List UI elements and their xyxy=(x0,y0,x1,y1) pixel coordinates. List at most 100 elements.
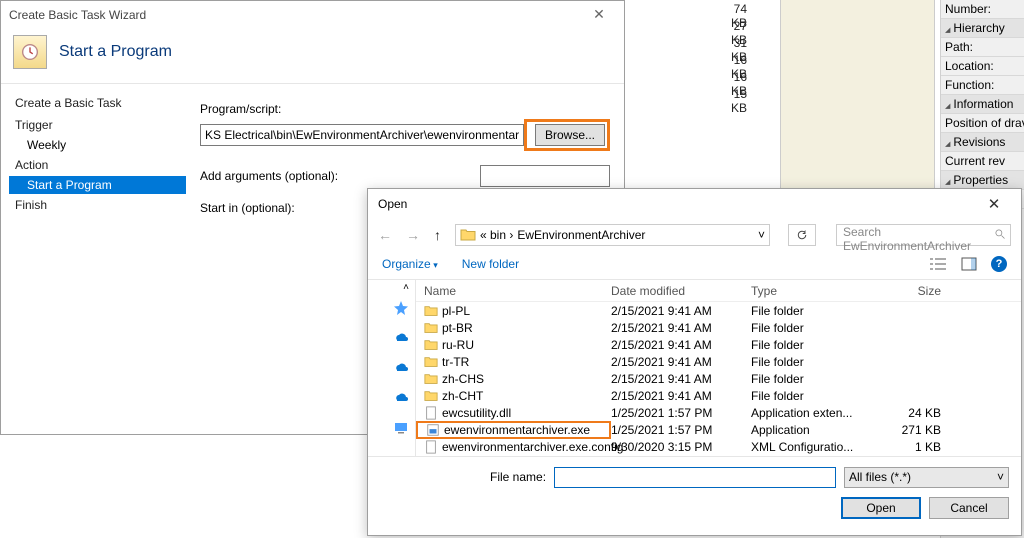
onedrive-icon[interactable] xyxy=(393,330,409,346)
file-name-text: zh-CHT xyxy=(442,389,483,403)
file-date-cell: 1/25/2021 1:57 PM xyxy=(611,406,751,420)
file-type-cell: File folder xyxy=(751,355,881,369)
new-folder-button[interactable]: New folder xyxy=(462,257,519,271)
open-titlebar[interactable]: Open ✕ xyxy=(368,189,1021,219)
prop-number: Number: xyxy=(941,0,1024,19)
column-type[interactable]: Type xyxy=(751,284,881,298)
file-type-cell: File folder xyxy=(751,338,881,352)
file-icon xyxy=(424,440,438,454)
list-item[interactable]: zh-CHS2/15/2021 9:41 AMFile folder xyxy=(416,370,1021,387)
list-item[interactable]: zh-CHT 2/15/2021 9:41 AMFile folder xyxy=(416,387,1021,404)
file-date-cell: 9/30/2020 3:15 PM xyxy=(611,440,751,454)
file-name-text: pl-PL xyxy=(442,304,470,318)
onedrive-icon[interactable] xyxy=(393,390,409,406)
startin-label: Start in (optional): xyxy=(200,201,295,215)
close-icon[interactable]: ✕ xyxy=(582,6,616,23)
list-item[interactable]: ewenvironmentarchiver.exe.config9/30/202… xyxy=(416,438,1021,455)
open-button[interactable]: Open xyxy=(841,497,921,519)
list-item[interactable]: pl-PL2/15/2021 9:41 AMFile folder xyxy=(416,302,1021,319)
section-revisions[interactable]: Revisions xyxy=(941,133,1024,152)
step-action[interactable]: Action xyxy=(9,154,186,176)
quickaccess-icon[interactable] xyxy=(393,300,409,316)
step-trigger[interactable]: Trigger xyxy=(9,114,186,136)
breadcrumb[interactable]: « bin › EwEnvironmentArchiver ˅ xyxy=(455,224,770,246)
view-list-icon[interactable] xyxy=(929,257,947,271)
prop-function: Function: xyxy=(941,76,1024,95)
file-name-text: pt-BR xyxy=(442,321,473,335)
file-type-cell: File folder xyxy=(751,321,881,335)
wizard-header: Start a Program xyxy=(1,29,624,83)
file-name-cell: ewcsutility.dll xyxy=(416,406,611,420)
file-name-text: ewcsutility.dll xyxy=(442,406,511,420)
browse-button[interactable]: Browse... xyxy=(535,124,605,146)
file-date-cell: 2/15/2021 9:41 AM xyxy=(611,389,751,403)
folder-icon xyxy=(424,355,438,369)
forward-arrow-icon[interactable]: → xyxy=(406,227,420,243)
thispc-icon[interactable] xyxy=(393,420,409,436)
scroll-up-icon[interactable]: ˄ xyxy=(403,282,409,293)
file-icon xyxy=(424,406,438,420)
section-hierarchy[interactable]: Hierarchy xyxy=(941,19,1024,38)
filename-label: File name: xyxy=(490,470,546,484)
file-name-text: tr-TR xyxy=(442,355,469,369)
step-finish[interactable]: Finish xyxy=(9,194,186,216)
cancel-button[interactable]: Cancel xyxy=(929,497,1009,519)
column-header-row: Name Date modified Type Size xyxy=(416,280,1021,302)
close-icon[interactable]: ✕ xyxy=(977,195,1011,213)
filename-input[interactable] xyxy=(554,467,836,488)
column-date[interactable]: Date modified xyxy=(611,284,751,298)
file-name-text: zh-CHS xyxy=(442,372,484,386)
list-item[interactable]: tr-TR2/15/2021 9:41 AMFile folder xyxy=(416,353,1021,370)
step-weekly[interactable]: Weekly xyxy=(9,136,186,154)
file-name-cell: zh-CHS xyxy=(416,372,611,386)
arguments-input[interactable] xyxy=(480,165,610,187)
file-type-cell: File folder xyxy=(751,389,881,403)
search-input[interactable]: Search EwEnvironmentArchiver xyxy=(836,224,1011,246)
folder-icon xyxy=(424,304,438,318)
up-arrow-icon[interactable]: ↑ xyxy=(434,227,441,243)
background-file-sizes: 74 KB 27 KB 31 KB 16 KB 16 KB 15 KB xyxy=(715,2,747,104)
open-buttons: Open Cancel xyxy=(368,497,1021,529)
folder-icon xyxy=(460,227,476,243)
file-name-cell: ewenvironmentarchiver.exe.config xyxy=(416,440,611,454)
open-bottom: File name: All files (*.*) ˅ xyxy=(368,457,1021,497)
step-start-program[interactable]: Start a Program xyxy=(9,176,186,194)
wizard-steps: Create a Basic Task Trigger Weekly Actio… xyxy=(1,92,186,229)
file-name-cell: zh-CHT xyxy=(416,389,611,403)
program-input[interactable] xyxy=(200,124,524,146)
column-size[interactable]: Size xyxy=(881,284,949,298)
chevron-down-icon[interactable]: ˅ xyxy=(758,228,765,242)
file-name-text: ewenvironmentarchiver.exe xyxy=(444,423,590,437)
list-item[interactable]: ewcsutility.dll 1/25/2021 1:57 PMApplicat… xyxy=(416,404,1021,421)
size-cell: 74 KB xyxy=(715,2,747,19)
file-size-cell: 271 KB xyxy=(881,423,949,437)
file-list: Name Date modified Type Size pl-PL2/15/2… xyxy=(416,280,1021,456)
filetype-filter[interactable]: All files (*.*) ˅ xyxy=(844,467,1009,488)
preview-pane-icon[interactable] xyxy=(961,257,977,271)
onedrive-icon[interactable] xyxy=(393,360,409,376)
organize-menu[interactable]: Organize xyxy=(382,257,438,271)
help-button[interactable]: ? xyxy=(991,256,1007,272)
list-item[interactable]: ru-RU2/15/2021 9:41 AMFile folder xyxy=(416,336,1021,353)
file-name-cell: ru-RU xyxy=(416,338,611,352)
list-item[interactable]: pt-BR 2/15/2021 9:41 AMFile folder xyxy=(416,319,1021,336)
file-date-cell: 2/15/2021 9:41 AM xyxy=(611,321,751,335)
application-icon xyxy=(426,423,440,437)
file-type-cell: File folder xyxy=(751,372,881,386)
open-nav-bar: ← → ↑ « bin › EwEnvironmentArchiver ˅ Se… xyxy=(368,219,1021,249)
column-name[interactable]: Name xyxy=(416,284,611,298)
file-date-cell: 2/15/2021 9:41 AM xyxy=(611,338,751,352)
refresh-button[interactable] xyxy=(788,224,816,246)
search-placeholder: Search EwEnvironmentArchiver xyxy=(843,225,971,253)
file-name-cell: tr-TR xyxy=(416,355,611,369)
section-information[interactable]: Information xyxy=(941,95,1024,114)
file-type-cell: Application exten... xyxy=(751,406,881,420)
open-title: Open xyxy=(378,197,407,211)
list-item[interactable]: ewenvironmentarchiver.exe1/25/2021 1:57 … xyxy=(416,421,1021,438)
wizard-titlebar[interactable]: Create Basic Task Wizard ✕ xyxy=(1,1,624,29)
back-arrow-icon[interactable]: ← xyxy=(378,227,392,243)
prop-current-rev: Current rev xyxy=(941,152,1024,171)
step-create-task[interactable]: Create a Basic Task xyxy=(9,92,186,114)
browse-highlight: Browse... xyxy=(524,119,610,151)
folder-icon xyxy=(424,338,438,352)
